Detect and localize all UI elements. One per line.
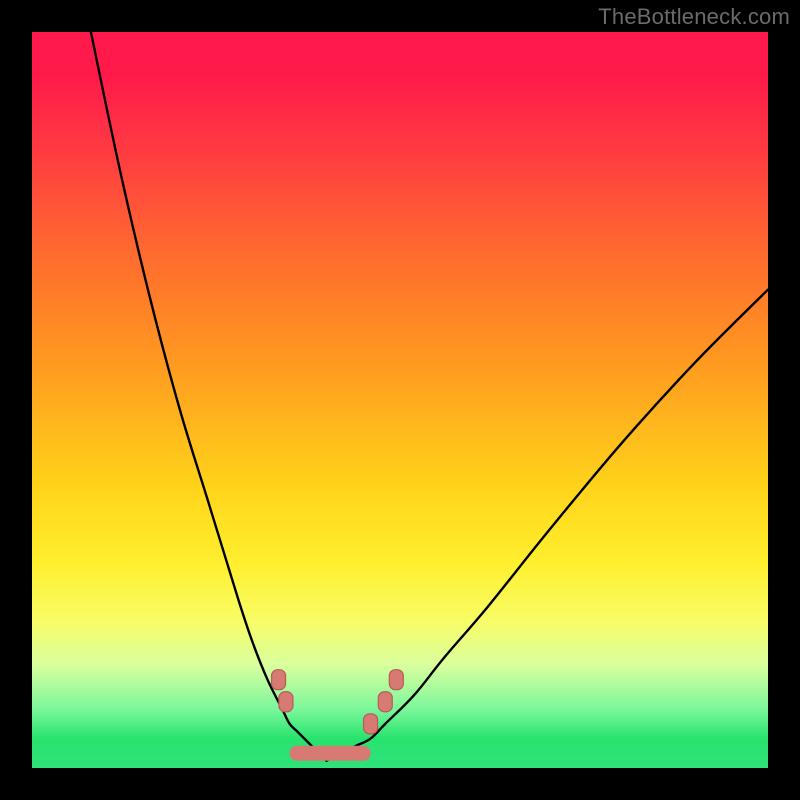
plot-area — [32, 32, 768, 768]
curve-layer — [32, 32, 768, 768]
left-curve — [91, 32, 327, 761]
watermark-text: TheBottleneck.com — [598, 4, 790, 30]
right-curve — [326, 290, 768, 761]
chart-stage: TheBottleneck.com — [0, 0, 800, 800]
marker-dot — [378, 692, 392, 712]
marker-dot — [389, 670, 403, 690]
marker-dot — [272, 670, 286, 690]
marker-dot — [279, 692, 293, 712]
marker-dot — [364, 714, 378, 734]
